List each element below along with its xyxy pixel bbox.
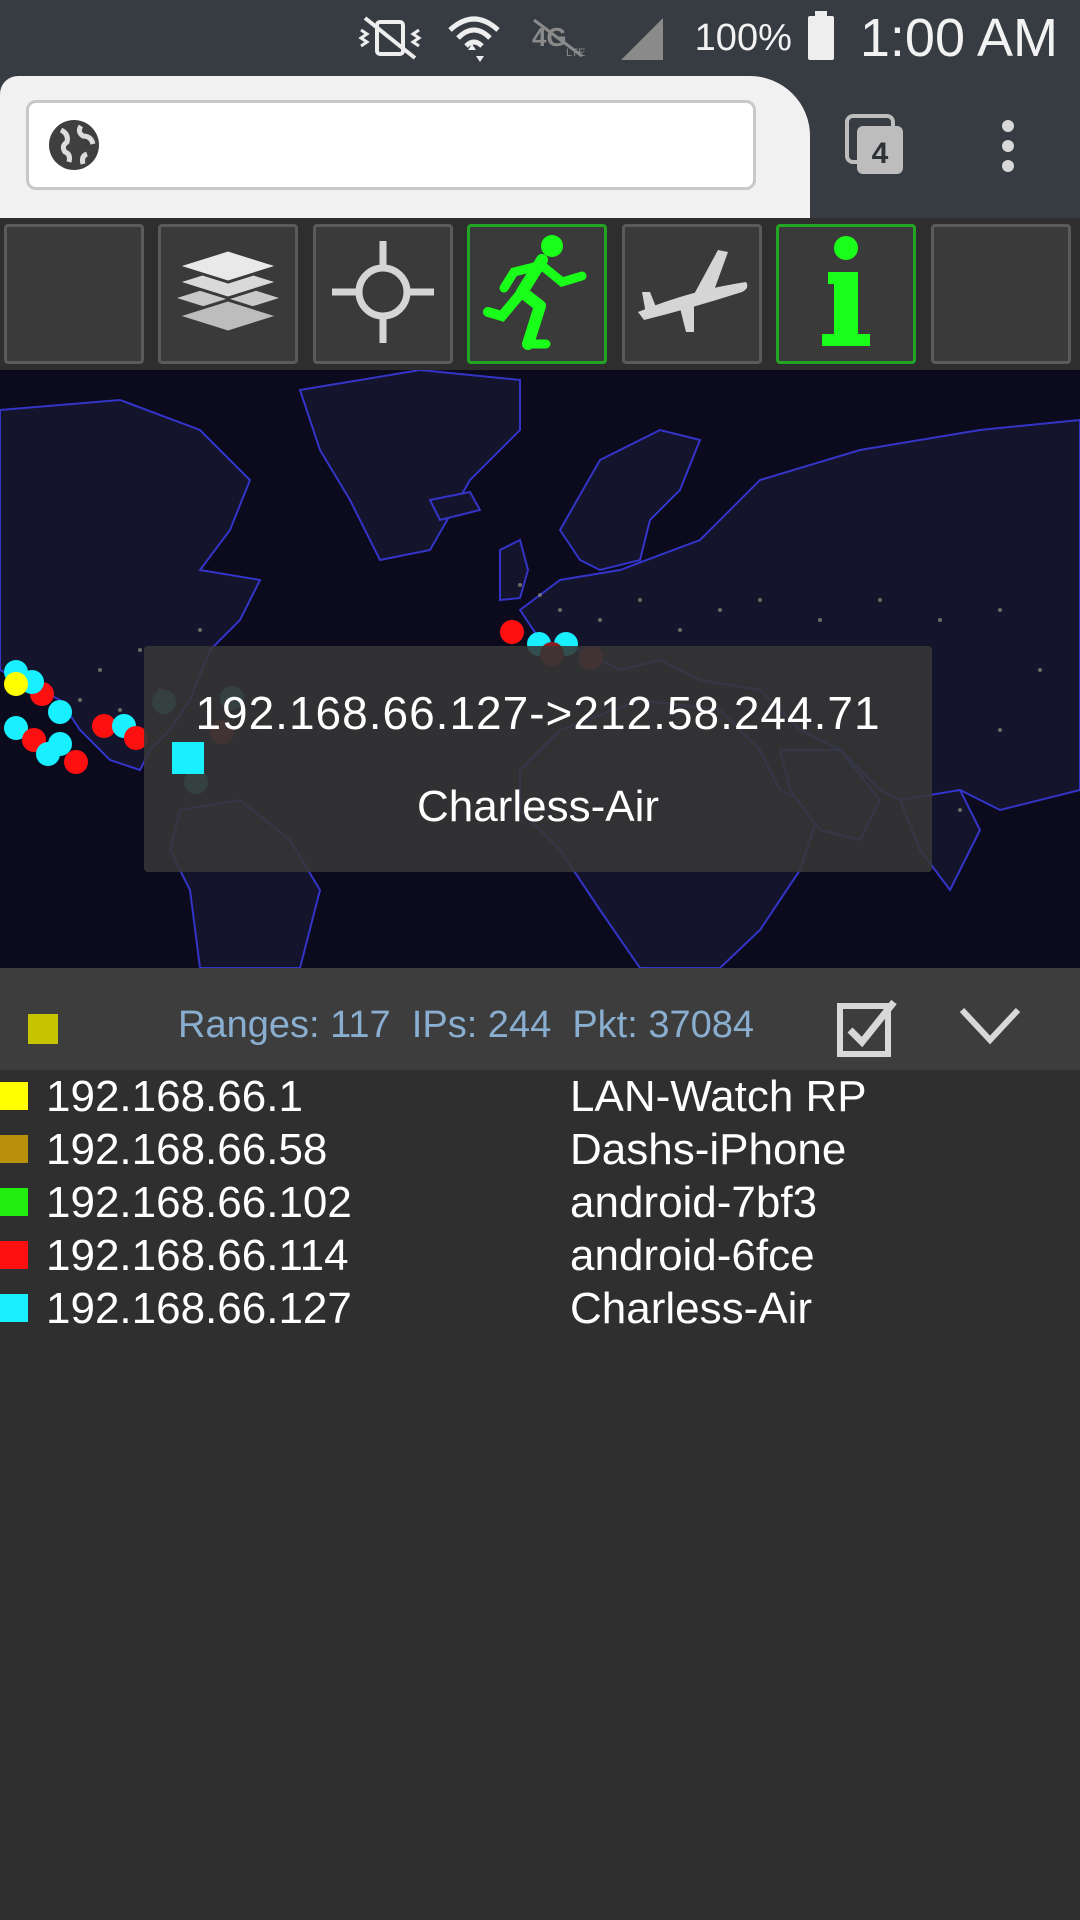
wifi-icon <box>439 12 509 64</box>
battery-icon <box>806 10 836 66</box>
host-color-swatch <box>0 1082 28 1110</box>
host-row[interactable]: 192.168.66.127 Charless-Air <box>0 1284 1080 1337</box>
host-ip: 192.168.66.102 <box>46 1178 352 1227</box>
toolbar-blank-left[interactable] <box>4 224 144 364</box>
locate-icon <box>328 237 438 352</box>
map-toolbar <box>0 218 1080 370</box>
checkbox-button[interactable] <box>836 996 900 1060</box>
signal-icon <box>607 12 677 64</box>
url-input[interactable] <box>26 100 756 190</box>
host-ip: 192.168.66.127 <box>46 1284 352 1333</box>
status-bar: 4G LTE 100% 1:00 AM <box>0 0 1080 76</box>
flights-button[interactable] <box>622 224 762 364</box>
host-name: Charless-Air <box>570 1284 813 1333</box>
summary-bar: Ranges: 117 IPs: 244 Pkt: 37084 <box>0 968 1080 1070</box>
host-name: LAN-Watch RP <box>570 1072 867 1121</box>
browser-toolbar: 4 <box>0 76 1080 218</box>
legend-swatch <box>28 1014 58 1044</box>
airplane-icon <box>632 242 752 347</box>
host-row[interactable]: 192.168.66.114 android-6fce <box>0 1231 1080 1284</box>
host-color-swatch <box>0 1135 28 1163</box>
host-name: android-6fce <box>570 1231 815 1280</box>
popup-route: 192.168.66.127->212.58.244.71 <box>195 687 881 739</box>
running-man-icon <box>482 232 592 357</box>
selected-host-marker[interactable] <box>172 742 204 774</box>
globe-icon <box>47 118 101 172</box>
host-row[interactable]: 192.168.66.1 LAN-Watch RP <box>0 1072 1080 1125</box>
url-tab <box>0 76 810 218</box>
host-row[interactable]: 192.168.66.102 android-7bf3 <box>0 1178 1080 1231</box>
4g-lte-icon: 4G LTE <box>523 12 593 64</box>
clock: 1:00 AM <box>859 8 1058 68</box>
host-color-swatch <box>0 1241 28 1269</box>
info-button[interactable] <box>776 224 916 364</box>
toolbar-blank-right[interactable] <box>931 224 1071 364</box>
world-map[interactable]: 192.168.66.127->212.58.244.71 Charless-A… <box>0 370 1080 968</box>
host-ip: 192.168.66.58 <box>46 1125 328 1174</box>
tabs-button[interactable]: 4 <box>843 112 907 178</box>
host-ip: 192.168.66.114 <box>46 1231 349 1280</box>
vibrate-off-icon <box>355 12 425 64</box>
chevron-down-icon <box>958 1007 1022 1054</box>
map-marker[interactable] <box>48 700 72 724</box>
map-marker[interactable] <box>500 620 524 644</box>
battery-percent: 100% <box>694 16 792 59</box>
layers-button[interactable] <box>158 224 298 364</box>
connection-popup[interactable]: 192.168.66.127->212.58.244.71 Charless-A… <box>144 646 932 872</box>
host-name: android-7bf3 <box>570 1178 818 1227</box>
svg-text:4G: 4G <box>532 22 567 52</box>
tab-count: 4 <box>872 137 889 170</box>
layers-icon <box>171 242 285 347</box>
host-name: Dashs-iPhone <box>570 1125 847 1174</box>
host-color-swatch <box>0 1188 28 1216</box>
host-list: 192.168.66.1 LAN-Watch RP 192.168.66.58 … <box>0 1072 1080 1337</box>
collapse-button[interactable] <box>958 1002 1022 1050</box>
host-color-swatch <box>0 1294 28 1322</box>
map-marker[interactable] <box>4 672 28 696</box>
popup-host: Charless-Air <box>416 782 660 831</box>
locate-button[interactable] <box>313 224 453 364</box>
live-mode-button[interactable] <box>467 224 607 364</box>
overflow-menu-icon[interactable] <box>990 116 1026 176</box>
map-marker[interactable] <box>64 750 88 774</box>
host-row[interactable]: 192.168.66.58 Dashs-iPhone <box>0 1125 1080 1178</box>
traffic-stats: Ranges: 117 IPs: 244 Pkt: 37084 <box>178 1004 755 1046</box>
info-icon <box>806 232 886 357</box>
checkbox-icon <box>836 999 900 1064</box>
host-ip: 192.168.66.1 <box>46 1072 303 1121</box>
